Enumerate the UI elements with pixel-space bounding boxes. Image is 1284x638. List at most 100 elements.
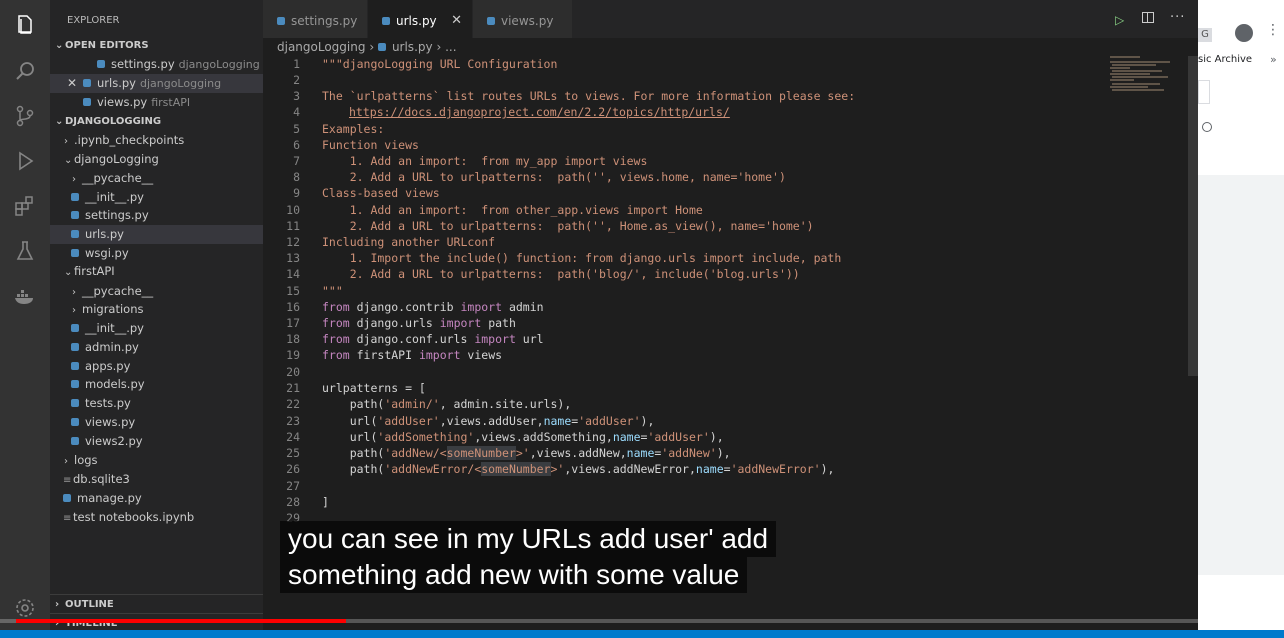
chevron-down-icon: ⌄ xyxy=(64,155,73,166)
python-file-icon xyxy=(71,210,79,219)
line-number: 9 xyxy=(293,186,300,200)
keyword: import xyxy=(439,316,482,330)
tab-label: views.py xyxy=(501,14,554,28)
line-number: 11 xyxy=(286,219,300,233)
tree-label: models.py xyxy=(85,377,145,391)
chevron-right-icon[interactable]: » xyxy=(1270,53,1277,66)
extensions-icon[interactable] xyxy=(13,194,37,218)
python-file-icon xyxy=(97,59,105,68)
open-editor-item[interactable]: views.py firstAPI xyxy=(50,93,263,112)
more-vert-icon[interactable]: ⋮ xyxy=(1266,22,1280,38)
tree-file[interactable]: urls.py xyxy=(50,225,263,244)
tree-file[interactable]: ≡ db.sqlite3 xyxy=(50,470,263,489)
split-editor-icon[interactable] xyxy=(1142,12,1154,23)
tree-folder[interactable]: › .ipynb_checkpoints xyxy=(50,131,263,150)
editor-scrollbar[interactable] xyxy=(1188,56,1198,376)
python-file-icon xyxy=(71,379,79,388)
tree-file[interactable]: tests.py xyxy=(50,394,263,413)
settings-gear-icon[interactable] xyxy=(13,596,37,620)
line-number: 1 xyxy=(293,57,300,71)
python-file-icon xyxy=(71,342,79,351)
tree-file[interactable]: apps.py xyxy=(50,357,263,376)
run-debug-icon[interactable] xyxy=(13,149,37,173)
breadcrumb-file[interactable]: urls.py xyxy=(392,40,433,54)
source-control-icon[interactable] xyxy=(13,104,37,128)
tree-folder[interactable]: ⌄ djangoLogging xyxy=(50,150,263,169)
code-text: ), xyxy=(820,462,835,476)
code-text: path( xyxy=(322,462,385,476)
open-editors-section[interactable]: ⌄ OPEN EDITORS xyxy=(50,36,263,55)
search-icon[interactable] xyxy=(13,59,37,83)
project-section[interactable]: ⌄ DJANGOLOGGING xyxy=(50,112,263,131)
code-line: Class-based views xyxy=(322,186,440,200)
code-line: 1. Add an import: from other_app.views i… xyxy=(322,203,703,217)
keyword: import xyxy=(418,348,461,362)
chevron-right-icon: › xyxy=(64,456,68,467)
highlighted-text: someNumber xyxy=(481,462,551,476)
testing-flask-icon[interactable] xyxy=(13,239,37,263)
tree-file[interactable]: views.py xyxy=(50,413,263,432)
tree-file[interactable]: models.py xyxy=(50,375,263,394)
video-progress-bar[interactable] xyxy=(0,619,1284,623)
minimap[interactable] xyxy=(1108,56,1178,96)
tree-label: logs xyxy=(74,453,98,467)
open-editor-item[interactable]: ✕ urls.py djangoLogging xyxy=(50,74,263,93)
code-line: urlpatterns = [ xyxy=(322,381,426,395)
string-literal: 'addSomething' xyxy=(377,430,475,444)
tab-views[interactable]: views.py xyxy=(473,0,573,40)
chevron-right-icon: › xyxy=(436,40,446,54)
line-number: 17 xyxy=(286,316,300,330)
code-text: , admin.site.urls), xyxy=(439,397,572,411)
tree-file[interactable]: __init__.py xyxy=(50,319,263,338)
radio-icon[interactable] xyxy=(1202,122,1212,132)
tree-folder[interactable]: › __pycache__ xyxy=(50,169,263,188)
line-number: 7 xyxy=(293,154,300,168)
string-literal: 'addNew/< xyxy=(384,446,447,460)
browser-badge: G xyxy=(1198,28,1212,42)
line-number: 26 xyxy=(286,462,300,476)
tree-file[interactable]: __init__.py xyxy=(50,188,263,207)
tree-file[interactable]: manage.py xyxy=(50,489,263,508)
tree-label: __init__.py xyxy=(85,190,144,204)
tree-folder[interactable]: ⌄ firstAPI xyxy=(50,262,263,281)
outline-section[interactable]: › OUTLINE xyxy=(50,594,263,614)
browser-window-strip: G ⋮ sic Archive » xyxy=(1198,0,1284,638)
tree-file[interactable]: wsgi.py xyxy=(50,244,263,263)
line-number: 14 xyxy=(286,267,300,281)
bookmark-label[interactable]: sic Archive xyxy=(1198,54,1252,65)
close-icon[interactable]: ✕ xyxy=(451,0,462,42)
tree-folder[interactable]: › migrations xyxy=(50,300,263,319)
tree-folder[interactable]: › logs xyxy=(50,451,263,470)
docs-link[interactable]: https://docs.djangoproject.com/en/2.2/to… xyxy=(349,105,730,119)
chevron-right-icon: › xyxy=(369,40,378,54)
tab-urls[interactable]: urls.py ✕ xyxy=(368,0,473,40)
tab-settings[interactable]: settings.py xyxy=(263,0,368,40)
tree-file[interactable]: ≡ test notebooks.ipynb xyxy=(50,508,263,527)
open-editor-item[interactable]: settings.py djangoLogging xyxy=(50,55,263,74)
more-actions-icon[interactable]: ··· xyxy=(1170,10,1185,25)
line-number: 21 xyxy=(286,381,300,395)
tree-file[interactable]: settings.py xyxy=(50,206,263,225)
string-literal: >' xyxy=(550,462,565,476)
breadcrumb-folder[interactable]: djangoLogging xyxy=(277,40,365,54)
chevron-right-icon: › xyxy=(72,305,76,316)
python-file-icon xyxy=(83,78,91,87)
explorer-title: EXPLORER xyxy=(67,15,120,26)
run-icon[interactable]: ▷ xyxy=(1115,13,1124,27)
line-number: 24 xyxy=(286,430,300,444)
python-file-icon xyxy=(71,436,79,445)
module-name: django.conf.urls xyxy=(349,332,475,346)
docker-icon[interactable] xyxy=(13,284,37,308)
tree-file[interactable]: admin.py xyxy=(50,338,263,357)
keyword: from xyxy=(322,300,350,314)
breadcrumb-symbol[interactable]: ... xyxy=(445,40,456,54)
tree-label: firstAPI xyxy=(74,264,115,278)
files-icon[interactable] xyxy=(13,13,37,37)
tree-label: manage.py xyxy=(77,491,142,505)
tree-folder[interactable]: › __pycache__ xyxy=(50,282,263,301)
close-icon[interactable]: ✕ xyxy=(67,74,81,93)
avatar[interactable] xyxy=(1235,24,1253,42)
python-file-icon xyxy=(83,97,91,106)
tree-file[interactable]: views2.py xyxy=(50,432,263,451)
line-number: 16 xyxy=(286,300,300,314)
